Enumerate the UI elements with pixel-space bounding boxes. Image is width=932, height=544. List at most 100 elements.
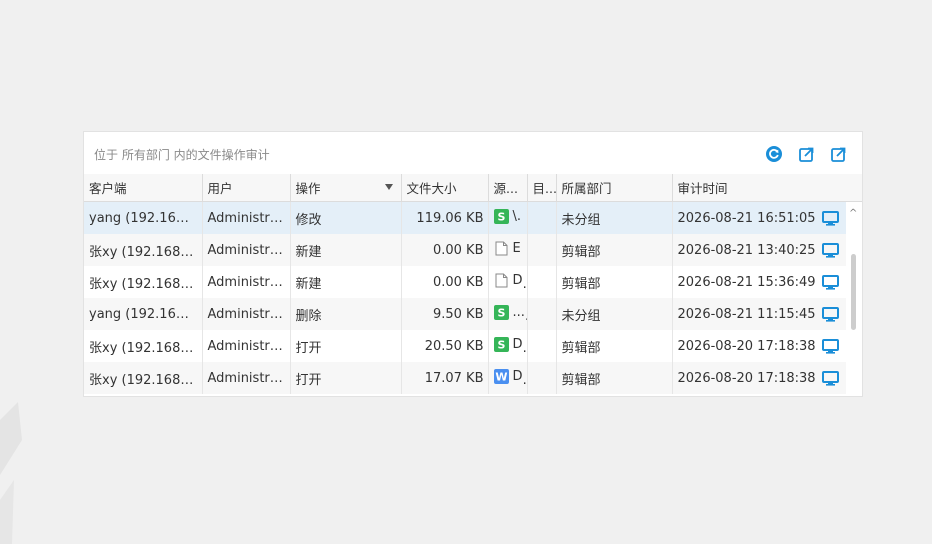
cell-source: E: [488, 234, 528, 266]
source-path: D: [512, 368, 523, 384]
source-path: ...: [512, 304, 525, 320]
export-icon[interactable]: [798, 145, 816, 163]
scroll-up-arrow[interactable]: ^: [849, 208, 857, 219]
cell-source: SD: [488, 330, 528, 362]
cell-user: Administra...: [202, 234, 291, 266]
word-file-icon: W: [493, 368, 509, 384]
cell-target: [527, 362, 557, 394]
table-row[interactable]: 张xy (192.168.3... Administra... 新建 0.00 KB D…: [84, 266, 847, 298]
cell-audit-time: 2026-08-21 15:36:49: [672, 266, 847, 298]
cell-target: [527, 266, 557, 298]
source-path: \.: [512, 208, 522, 224]
audit-time-text: 2026-08-21 15:36:49: [677, 274, 816, 290]
refresh-icon[interactable]: [765, 145, 783, 163]
cell-operation: 修改: [290, 201, 402, 234]
table-row[interactable]: 张xy (192.168.3... Administra... 打开 17.07 KB…: [84, 362, 847, 394]
cell-audit-time: 2026-08-20 17:18:38: [672, 330, 847, 362]
cell-client: 张xy (192.168.3...: [84, 362, 203, 394]
cell-client: 张xy (192.168.3...: [84, 266, 203, 298]
audit-table-wrap: 客户端 用户 操作 文件大小 源... 目... 所属部门 审计时间 yang …: [84, 174, 862, 396]
screen-record-icon[interactable]: [821, 306, 839, 322]
cell-user: Administra...: [202, 201, 291, 234]
spreadsheet-file-icon: S: [493, 336, 509, 352]
column-header-operation-label: 操作: [295, 181, 321, 196]
cell-file-size: 20.50 KB: [401, 330, 489, 362]
audit-table: 客户端 用户 操作 文件大小 源... 目... 所属部门 审计时间 yang …: [84, 174, 847, 394]
column-header-target[interactable]: 目...: [527, 174, 557, 202]
spreadsheet-file-icon: S: [493, 304, 509, 320]
screen-record-icon[interactable]: [821, 210, 839, 226]
file-audit-panel: 位于 所有部门 内的文件操作审计 客户端 用户 操作 文件大小 源... 目..…: [83, 131, 863, 397]
cell-operation: 新建: [290, 234, 402, 266]
source-path: E: [512, 240, 521, 256]
filter-dropdown-icon[interactable]: [384, 184, 393, 190]
table-row[interactable]: yang (192.168.... Administra... 删除 9.50 KB S…: [84, 298, 847, 330]
cell-audit-time: 2026-08-20 17:18:38: [672, 362, 847, 394]
column-header-operation[interactable]: 操作: [290, 174, 402, 202]
cell-source: S \.: [488, 201, 528, 234]
screen-record-icon[interactable]: [821, 370, 839, 386]
cell-user: Administra...: [202, 266, 291, 298]
cell-client: 张xy (192.168.3...: [84, 330, 203, 362]
cell-user: Administra...: [202, 362, 291, 394]
file-type-letter: S: [497, 338, 505, 351]
cell-operation: 新建: [290, 266, 402, 298]
cell-operation: 打开: [290, 362, 402, 394]
source-path: D: [512, 272, 523, 288]
column-header-client[interactable]: 客户端: [84, 174, 203, 202]
table-row[interactable]: yang (192.168.... Administra... 修改 119.06 K…: [84, 201, 847, 234]
cell-target: [527, 330, 557, 362]
cell-client: yang (192.168....: [84, 298, 203, 330]
column-header-audit-time[interactable]: 审计时间: [672, 174, 847, 202]
cell-target: [527, 201, 557, 234]
cell-source: WD: [488, 362, 528, 394]
cell-source: S...: [488, 298, 528, 330]
column-header-user[interactable]: 用户: [202, 174, 291, 202]
spreadsheet-file-icon: S: [493, 208, 509, 224]
blank-file-icon: [494, 273, 509, 288]
screen-record-icon[interactable]: [821, 242, 839, 258]
cell-target: [527, 234, 557, 266]
audit-time-text: 2026-08-21 13:40:25: [677, 242, 816, 258]
cell-department: 剪辑部: [556, 234, 673, 266]
cell-client: yang (192.168....: [84, 201, 203, 234]
screen-record-icon[interactable]: [821, 274, 839, 290]
panel-title: 位于 所有部门 内的文件操作审计: [94, 148, 270, 162]
table-row[interactable]: 张xy (192.168.3... Administra... 打开 20.50 KB…: [84, 330, 847, 362]
cell-source: D: [488, 266, 528, 298]
background-decoration: [0, 402, 22, 544]
table-row[interactable]: 张xy (192.168.3... Administra... 新建 0.00 KB E…: [84, 234, 847, 266]
column-header-file-size[interactable]: 文件大小: [401, 174, 489, 202]
share-icon[interactable]: [830, 145, 848, 163]
source-path: D: [512, 336, 523, 352]
cell-audit-time: 2026-08-21 16:51:05: [672, 201, 847, 234]
cell-file-size: 17.07 KB: [401, 362, 489, 394]
audit-time-text: 2026-08-20 17:18:38: [677, 370, 816, 386]
cell-department: 未分组: [556, 201, 673, 234]
cell-department: 剪辑部: [556, 362, 673, 394]
cell-department: 剪辑部: [556, 330, 673, 362]
blank-file-icon: [494, 241, 509, 256]
file-type-letter: S: [497, 306, 505, 319]
cell-department: 未分组: [556, 298, 673, 330]
cell-target: [527, 298, 557, 330]
panel-header: 位于 所有部门 内的文件操作审计: [84, 132, 862, 174]
cell-file-size: 119.06 KB: [401, 201, 489, 234]
scrollbar-thumb[interactable]: [851, 254, 856, 330]
column-header-department[interactable]: 所属部门: [556, 174, 673, 202]
cell-file-size: 9.50 KB: [401, 298, 489, 330]
audit-time-text: 2026-08-21 16:51:05: [677, 210, 816, 226]
scrollbar-header-corner: [846, 174, 862, 202]
file-type-letter: W: [495, 370, 507, 383]
audit-time-text: 2026-08-21 11:15:45: [677, 306, 816, 322]
cell-department: 剪辑部: [556, 266, 673, 298]
audit-time-text: 2026-08-20 17:18:38: [677, 338, 816, 354]
file-type-letter: S: [497, 210, 505, 223]
cell-audit-time: 2026-08-21 13:40:25: [672, 234, 847, 266]
screen-record-icon[interactable]: [821, 338, 839, 354]
cell-client: 张xy (192.168.3...: [84, 234, 203, 266]
column-header-source[interactable]: 源...: [488, 174, 528, 202]
vertical-scrollbar[interactable]: ^: [846, 174, 862, 396]
cell-operation: 打开: [290, 330, 402, 362]
cell-operation: 删除: [290, 298, 402, 330]
